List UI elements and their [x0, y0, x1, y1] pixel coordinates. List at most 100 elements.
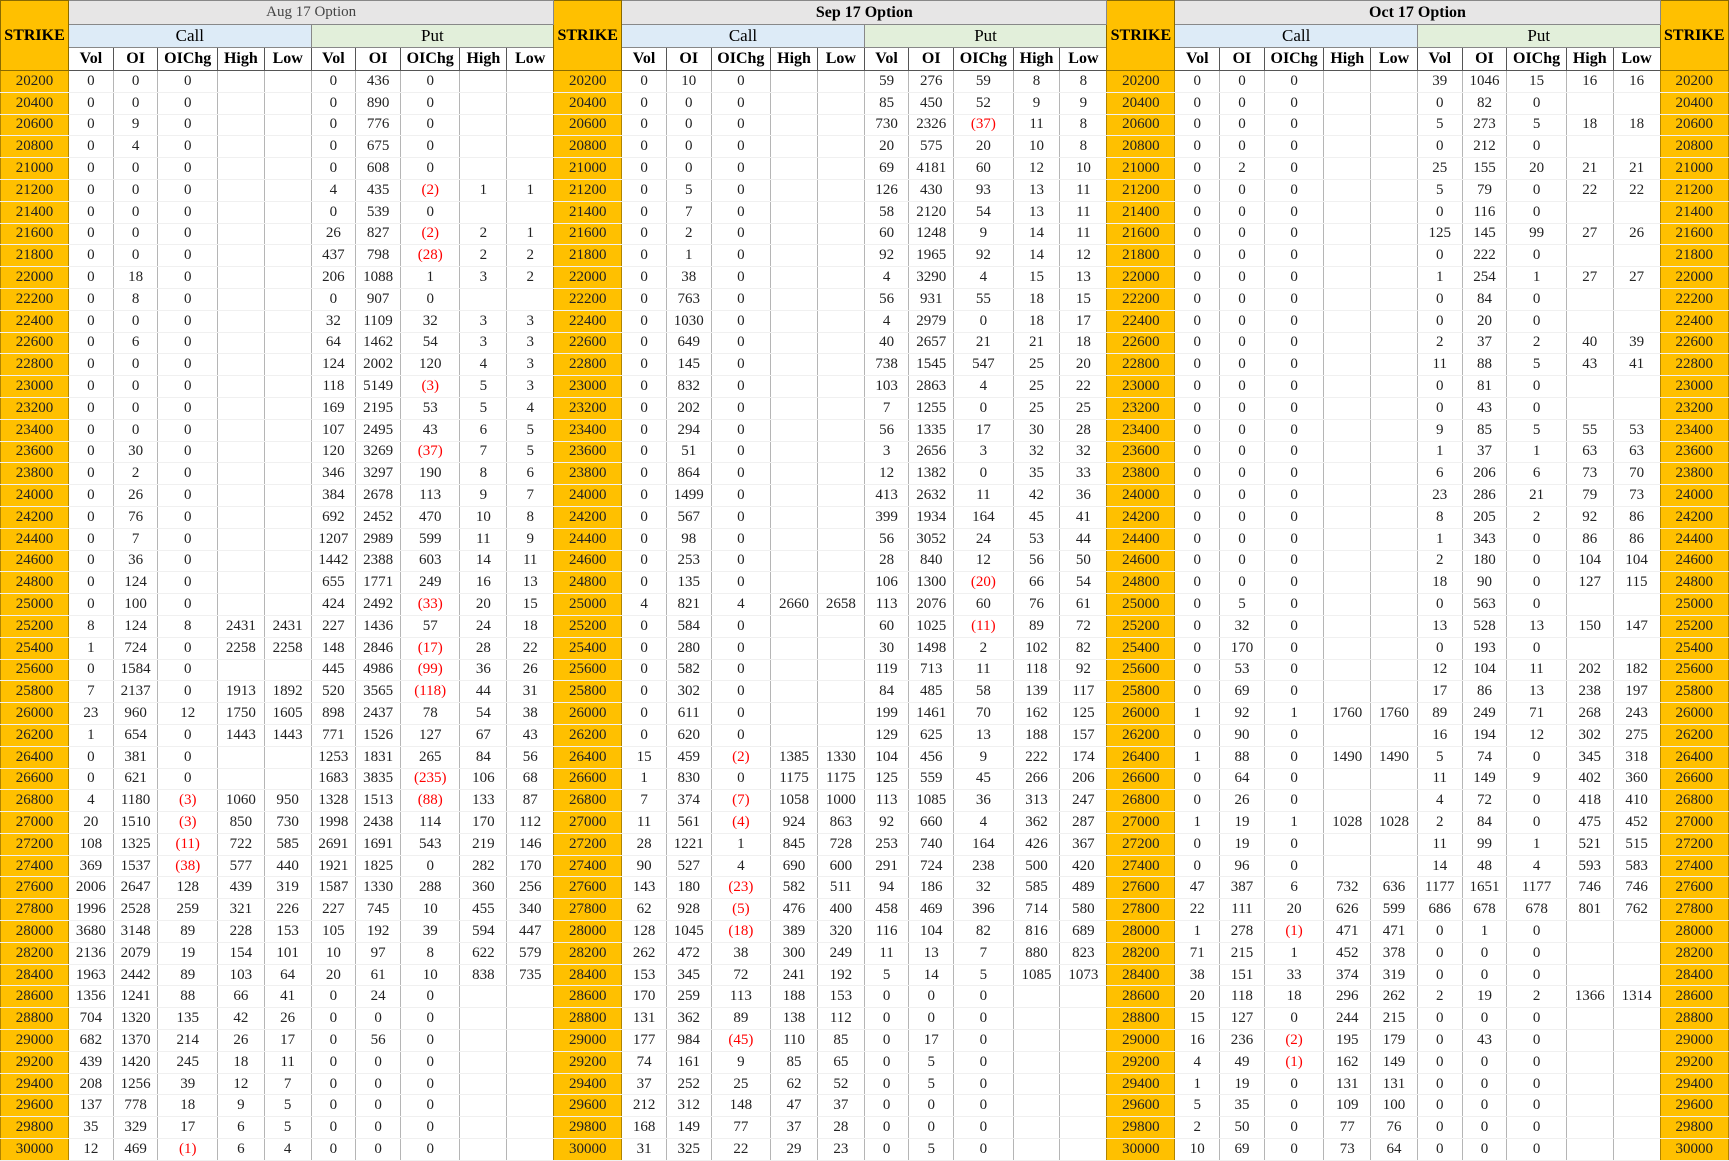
put-vol-cell: 1921 [310, 855, 356, 878]
call-vol-cell: 20 [68, 811, 114, 834]
put-vol-cell: 84 [863, 680, 909, 704]
put-oi-cell: 2326 [908, 114, 954, 137]
call-oichg-cell: 0 [1263, 135, 1324, 159]
call-vol-cell: 0 [68, 266, 114, 289]
call-oichg-cell: (23) [710, 876, 771, 900]
call-oi-cell: 0 [1219, 135, 1265, 159]
call-oichg-cell: 0 [1263, 70, 1324, 93]
call-vol-cell: 0 [1174, 506, 1220, 529]
put-oichg-cell: 0 [1506, 92, 1567, 115]
put-oi-cell: 0 [1461, 1073, 1507, 1096]
call-oi-cell: 0 [112, 310, 158, 333]
strike-cell: 22600 [1106, 332, 1176, 355]
column-header-high: High [216, 47, 265, 71]
put-oichg-cell: (37) [399, 441, 460, 464]
put-high-cell: 53 [1012, 528, 1060, 551]
table-row: 24800 0 124 0 655 1771 249 16 13 24800 0 135 0 106 130… [0, 571, 1729, 595]
put-vol-cell: 5 [1416, 746, 1463, 769]
put-low-cell: 243 [1612, 702, 1661, 725]
put-oi-cell: 3297 [355, 462, 401, 486]
call-high-cell: 1750 [216, 702, 265, 725]
put-oi-cell: 276 [908, 70, 954, 93]
put-oi-cell: 575 [908, 135, 954, 159]
put-high-cell: 14 [1012, 223, 1060, 246]
call-low-cell [816, 550, 865, 573]
strike-cell: 20400 [1659, 92, 1729, 115]
call-vol-cell: 0 [68, 571, 114, 595]
put-low-cell: 22 [506, 637, 554, 660]
put-high-cell [1565, 1051, 1614, 1074]
call-low-cell: 585 [263, 833, 312, 856]
call-oichg-cell: 0 [157, 397, 218, 420]
call-oi-cell: 0 [665, 114, 712, 137]
call-high-cell [1323, 680, 1371, 704]
put-oi-cell: 0 [908, 985, 954, 1009]
call-high-cell: 1913 [216, 680, 265, 704]
call-low-cell [1370, 135, 1418, 159]
call-high-cell [770, 724, 818, 747]
call-oichg-cell: 0 [157, 114, 218, 137]
table-row: 29200 439 1420 245 18 11 0 0 0 29200 74 161 9 85 65 0 5 0… [0, 1051, 1729, 1074]
call-high-cell: 582 [770, 876, 818, 900]
put-high-cell: 426 [1012, 833, 1060, 856]
strike-cell: 24600 [553, 550, 623, 573]
strike-cell: 29800 [1659, 1116, 1729, 1140]
put-vol-cell: 0 [1416, 288, 1463, 311]
put-low-cell [1612, 1051, 1661, 1074]
put-vol-cell: 113 [863, 593, 909, 616]
call-oi-cell: 215 [1219, 942, 1265, 965]
put-vol-cell: 520 [310, 680, 356, 704]
call-oi-cell: 527 [665, 855, 712, 878]
put-oi-cell: 675 [355, 135, 401, 159]
put-vol-cell: 1442 [310, 550, 356, 573]
put-oi-cell: 5 [908, 1138, 954, 1161]
strike-cell: 30000 [1106, 1138, 1176, 1161]
call-oichg-cell: 39 [157, 1073, 218, 1096]
put-low-cell: 70 [1612, 462, 1661, 486]
put-vol-cell: 0 [310, 70, 356, 93]
put-low-cell: 5 [506, 441, 554, 464]
call-high-cell: 374 [1323, 964, 1371, 987]
strike-cell: 27400 [0, 855, 70, 878]
put-vol-cell: 4 [1416, 789, 1463, 813]
put-oichg-cell: 17 [953, 419, 1014, 442]
put-high-cell: 5 [459, 397, 507, 420]
call-low-cell: 52 [816, 1073, 865, 1096]
put-oichg-cell: 1 [1506, 833, 1567, 856]
column-header-low: Low [816, 47, 865, 71]
put-vol-cell: 4 [863, 310, 909, 333]
call-low-cell: 599 [1370, 898, 1418, 922]
call-oichg-cell: 0 [710, 310, 771, 333]
strike-cell: 29000 [553, 1029, 623, 1052]
call-oichg-cell: (11) [157, 833, 218, 856]
put-high-cell: 5 [459, 375, 507, 398]
put-high-cell: 360 [459, 876, 507, 900]
strike-cell: 24200 [1106, 506, 1176, 529]
table-row: 28600 1356 1241 88 66 41 0 24 0 28600 170 259 113 188… [0, 985, 1729, 1009]
call-vol-cell: 62 [621, 898, 667, 922]
put-low-cell [1612, 310, 1661, 333]
put-low-cell: 746 [1612, 876, 1661, 900]
call-high-cell: 300 [770, 942, 818, 965]
put-oi-cell: 430 [908, 179, 954, 202]
call-vol-cell: 0 [1174, 419, 1220, 442]
call-oichg-cell: 0 [1263, 659, 1324, 682]
call-oichg-cell: 0 [157, 550, 218, 573]
put-vol-cell: 20 [310, 964, 356, 987]
call-high-cell [1323, 419, 1371, 442]
put-oichg-cell: (99) [399, 659, 460, 682]
strike-cell: 29800 [553, 1116, 623, 1140]
strike-cell: 20200 [1659, 70, 1729, 93]
put-oichg-cell: 0 [399, 985, 460, 1009]
put-vol-cell: 56 [863, 419, 909, 442]
call-low-cell: 320 [816, 920, 865, 943]
call-oichg-cell: 0 [1263, 397, 1324, 420]
call-high-cell [1323, 332, 1371, 355]
put-vol-cell: 4 [863, 266, 909, 289]
call-oi-cell: 584 [665, 615, 712, 638]
put-oi-cell: 193 [1461, 637, 1507, 660]
call-high-cell: 2431 [216, 615, 265, 638]
put-low-cell: 18 [506, 615, 554, 638]
call-oi-cell: 259 [665, 985, 712, 1009]
put-oichg-cell: 164 [953, 833, 1014, 856]
